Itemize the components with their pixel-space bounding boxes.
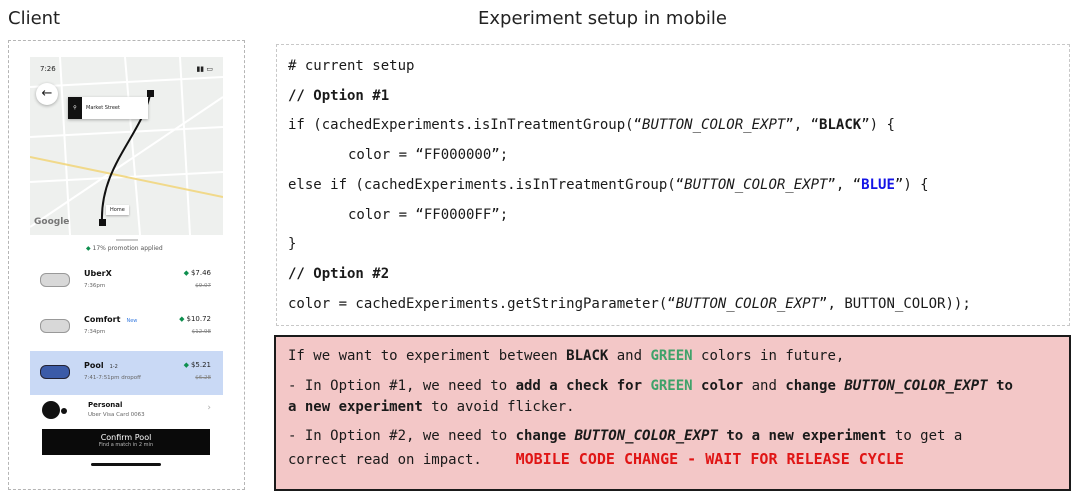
code-line-comment: # current setup — [288, 58, 415, 74]
confirm-sublabel: Find a match in 2 min — [98, 442, 154, 448]
back-arrow-icon[interactable]: ← — [36, 83, 58, 105]
promo-text: ◆ 17% promotion applied — [86, 245, 163, 252]
payment-card: Uber Visa Card 0063 — [88, 412, 145, 418]
code-option1-header: // Option #1 — [288, 88, 390, 104]
discount-icon: ◆ — [183, 361, 189, 369]
note-line-2: - In Option #1, we need to add a check f… — [288, 378, 1013, 394]
ride-eta: 7:34pm — [84, 329, 106, 335]
client-title: Client — [8, 8, 61, 29]
payment-name: Personal — [88, 401, 123, 409]
google-logo: Google — [34, 217, 70, 227]
ride-option-uberx[interactable]: UberX 7:36pm ◆ $7.46 $9.07 — [30, 259, 223, 303]
home-indicator — [91, 463, 161, 466]
seats-badge: 1-2 — [109, 364, 118, 370]
car-icon — [40, 319, 70, 333]
code-panel: # current setup // Option #1 if (cachedE… — [276, 44, 1070, 326]
ride-price: ◆ $5.21 — [183, 361, 211, 369]
dropoff-marker — [99, 219, 106, 226]
code-line-blue-color: color = “FF0000FF”; — [348, 207, 509, 223]
car-icon — [40, 273, 70, 287]
confirm-pool-button[interactable]: Confirm Pool Find a match in 2 min — [42, 429, 210, 455]
pickup-label-text: Market Street — [86, 105, 120, 111]
new-badge: New — [126, 318, 138, 324]
ride-price: ◆ $10.72 — [179, 315, 211, 323]
note-panel: If we want to experiment between BLACK a… — [274, 335, 1071, 491]
code-line-get-param: color = cachedExperiments.getStringParam… — [288, 296, 971, 312]
code-line-black-color: color = “FF000000”; — [348, 147, 509, 163]
warning-text: MOBILE CODE CHANGE - WAIT FOR RELEASE CY… — [515, 450, 904, 468]
note-line-5: correct read on impact. MOBILE CODE CHAN… — [288, 450, 904, 468]
promo-label: 17% promotion applied — [92, 245, 163, 252]
status-battery-icon: ▮▮ ▭ — [196, 65, 213, 73]
confirm-label: Confirm Pool — [100, 433, 152, 442]
avatar — [42, 401, 60, 419]
discount-icon: ◆ — [183, 269, 189, 277]
pool-icon — [40, 365, 70, 379]
discount-icon: ◆ — [179, 315, 185, 323]
ride-option-comfort[interactable]: Comfort New 7:34pm ◆ $10.72 $12.98 — [30, 305, 223, 349]
pickup-marker — [147, 90, 154, 97]
setup-title: Experiment setup in mobile — [478, 8, 727, 29]
code-line-else-if: else if (cachedExperiments.isInTreatment… — [288, 177, 929, 193]
ride-eta: 7:41-7:51pm dropoff — [84, 375, 141, 381]
ride-old-price: $6.28 — [195, 375, 211, 381]
code-option2-header: // Option #2 — [288, 266, 390, 282]
card-icon — [61, 408, 67, 414]
phone-screenshot: 7:26 ▮▮ ▭ ← ⚲ Market Street Home Google … — [30, 57, 223, 472]
ride-old-price: $12.98 — [191, 329, 211, 335]
ride-price: ◆ $7.46 — [183, 269, 211, 277]
sheet-handle[interactable] — [116, 239, 138, 241]
code-line-close-brace: } — [288, 236, 297, 252]
note-line-3: a new experiment to avoid flicker. — [288, 399, 575, 415]
map[interactable]: 7:26 ▮▮ ▭ ← ⚲ Market Street Home Google — [30, 57, 223, 235]
ride-eta: 7:36pm — [84, 283, 106, 289]
note-line-4: - In Option #2, we need to change BUTTON… — [288, 428, 963, 444]
dropoff-label: Home — [106, 205, 129, 215]
ride-name: Comfort New — [84, 315, 138, 324]
code-line-if: if (cachedExperiments.isInTreatmentGroup… — [288, 117, 895, 133]
ride-name: Pool 1-2 — [84, 361, 118, 370]
ride-name: UberX — [84, 269, 112, 278]
tag-icon: ◆ — [86, 245, 91, 252]
ride-old-price: $9.07 — [195, 283, 211, 289]
status-time: 7:26 — [40, 65, 56, 73]
walk-icon: ⚲ — [68, 97, 82, 119]
ride-option-pool[interactable]: Pool 1-2 7:41-7:51pm dropoff ◆ $5.21 $6.28 — [30, 351, 223, 395]
payment-selector[interactable]: Personal Uber Visa Card 0063 › — [30, 397, 223, 427]
chevron-right-icon: › — [207, 403, 211, 413]
pickup-label: ⚲ Market Street — [68, 97, 148, 119]
note-line-1: If we want to experiment between BLACK a… — [288, 348, 845, 364]
